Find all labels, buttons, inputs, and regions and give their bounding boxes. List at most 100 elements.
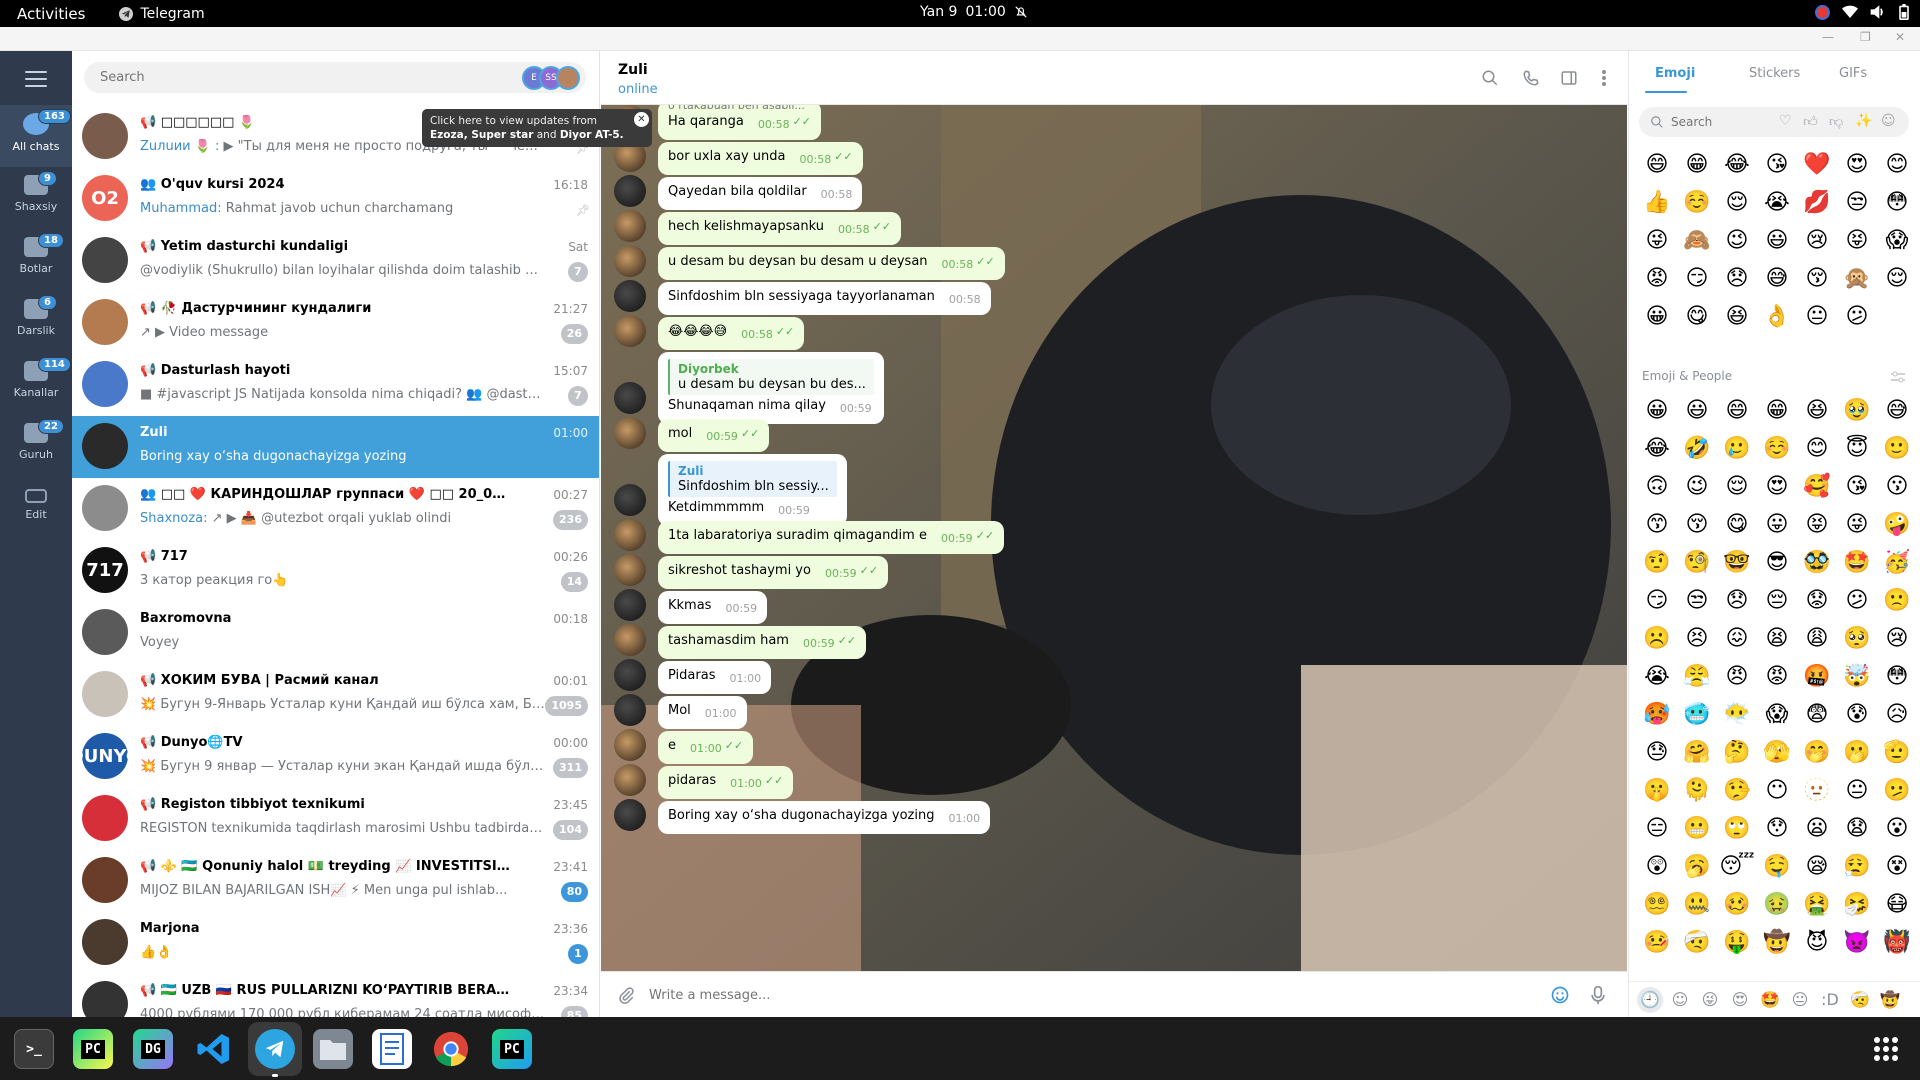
emoji-cell[interactable]: 😍	[1757, 467, 1797, 505]
emoji-category-tab[interactable]: 😐	[1787, 987, 1813, 1013]
thumbs-up-category-icon[interactable]: 👍︎	[1803, 113, 1818, 130]
emoji-cell[interactable]: 😶	[1757, 771, 1797, 809]
outgoing-message[interactable]: 😂😂😂😅 00:58 ✓✓	[658, 317, 805, 350]
tab-gifs[interactable]: GIFs	[1839, 66, 1867, 81]
emoji-cell[interactable]: 🥶	[1677, 695, 1717, 733]
incoming-message[interactable]: Mol 01:00	[658, 696, 747, 729]
emoji-cell[interactable]: 😬	[1677, 809, 1717, 847]
sender-avatar[interactable]	[614, 280, 646, 312]
emoji-cell[interactable]: 🫢	[1837, 733, 1877, 771]
terminal-icon[interactable]: >_	[14, 1029, 54, 1069]
emoji-cell[interactable]: 🙄	[1717, 809, 1757, 847]
battery-icon[interactable]	[1898, 4, 1910, 20]
emoji-cell[interactable]: 🤧	[1837, 885, 1877, 923]
emoji-cell[interactable]: 😈	[1797, 923, 1837, 961]
search-input[interactable]	[84, 62, 514, 93]
emoji-cell[interactable]: 😕	[1837, 581, 1877, 619]
thumbs-down-category-icon[interactable]: 👎︎	[1829, 113, 1843, 130]
outgoing-message[interactable]: e 01:00 ✓✓	[658, 731, 754, 764]
chat-row[interactable]: 👥 □□ ❤️ КАРИНДОШЛАР группаси ❤️ □□ 20_06…	[72, 478, 599, 540]
emoji-category-tab[interactable]: 🕘	[1637, 986, 1663, 1013]
emoji-cell[interactable]: 🥹	[1837, 391, 1877, 429]
message-list[interactable]: o‘rtakabuan ben asabii... Ha qaranga 00:58…	[601, 105, 1627, 971]
chat-row[interactable]: 📢 🇺🇿 UZB 🇷🇺 RUS PULLARIZNI KO‘PAYTIRIB B…	[72, 974, 599, 1017]
emoji-cell[interactable]: 😳	[1877, 183, 1917, 221]
emoji-cell[interactable]: 😀	[1637, 391, 1677, 429]
emoji-cell[interactable]: 🤗	[1677, 733, 1717, 771]
folder-kanallar[interactable]: 114 Kanallar	[0, 353, 72, 415]
vscode-icon[interactable]	[194, 1029, 234, 1069]
chat-row[interactable]: 📢 ХОКИМ БУВА | Расмий канал 00:01 💥 Бугун …	[72, 664, 599, 726]
emoji-cell[interactable]: 🤨	[1637, 543, 1677, 581]
emoji-cell[interactable]: 😱	[1877, 221, 1917, 259]
chat-row[interactable]: 📢 🥀 Дастурчининг кундалиги 21:27 ↗ ▶ Video…	[72, 292, 599, 354]
activities-button[interactable]: Activities	[17, 5, 85, 23]
emoji-cell[interactable]: 🙁	[1877, 581, 1917, 619]
emoji-cell[interactable]: 😑	[1637, 809, 1677, 847]
emoji-cell[interactable]: 🫤	[1877, 771, 1917, 809]
emoji-cell[interactable]: 😂	[1637, 429, 1677, 467]
sender-avatar[interactable]	[614, 729, 646, 761]
emoji-category-tab[interactable]: 😍	[1727, 987, 1753, 1013]
emoji-cell[interactable]: 🥰	[1797, 467, 1837, 505]
emoji-cell[interactable]: 😷	[1877, 885, 1917, 923]
emoji-cell[interactable]: 👌	[1757, 297, 1797, 335]
emoji-category-tab[interactable]: 🤠	[1877, 987, 1903, 1013]
folder-all-chats[interactable]: 163 All chats	[0, 105, 72, 167]
emoji-cell[interactable]: 😋	[1677, 297, 1717, 335]
emoji-cell[interactable]: 🤔	[1717, 733, 1757, 771]
sender-avatar[interactable]	[614, 382, 646, 414]
emoji-cell[interactable]: 👿	[1837, 923, 1877, 961]
emoji-cell[interactable]: 😏	[1677, 259, 1717, 297]
sender-avatar[interactable]	[614, 417, 646, 449]
emoji-cell[interactable]: 😭	[1637, 657, 1677, 695]
emoji-cell[interactable]: 😞	[1717, 259, 1757, 297]
story-avatar[interactable]	[556, 66, 580, 90]
emoji-cell[interactable]: 🙂	[1877, 429, 1917, 467]
emoji-cell[interactable]: 😖	[1717, 619, 1757, 657]
incoming-message[interactable]: Kkmas 00:59	[658, 591, 768, 624]
emoji-cell[interactable]: 😰	[1837, 695, 1877, 733]
tab-emoji[interactable]: Emoji	[1655, 66, 1695, 81]
emoji-cell[interactable]: 🙊	[1837, 259, 1877, 297]
emoji-cell[interactable]: 😡	[1637, 259, 1677, 297]
emoji-cell[interactable]: 😱	[1757, 695, 1797, 733]
emoji-cell[interactable]: 👹	[1877, 923, 1917, 961]
emoji-cell[interactable]: 😲	[1637, 847, 1677, 885]
chat-row[interactable]: 📢 Yetim dasturchi kundaligi Sat @vodiylik …	[72, 230, 599, 292]
outgoing-message[interactable]: hech kelishmayapsanku 00:58 ✓✓	[658, 212, 902, 245]
emoji-cell[interactable]: 😯	[1757, 809, 1797, 847]
message-input[interactable]	[649, 984, 1529, 1006]
emoji-cell[interactable]: 🤢	[1757, 885, 1797, 923]
emoji-category-tab[interactable]: 🤩	[1757, 987, 1783, 1013]
emoji-cell[interactable]: 😓	[1637, 733, 1677, 771]
folder-edit[interactable]: Edit	[0, 477, 72, 539]
folder-botlar[interactable]: 18 Botlar	[0, 229, 72, 291]
emoji-category-tab[interactable]: :D	[1817, 987, 1843, 1013]
emoji-cell[interactable]: 😔	[1757, 581, 1797, 619]
emoji-cell[interactable]: 😡	[1757, 657, 1797, 695]
emoji-cell[interactable]: 😚	[1797, 259, 1837, 297]
emoji-cell[interactable]: 😅	[1877, 391, 1917, 429]
emoji-cell[interactable]: 🫥	[1797, 771, 1837, 809]
stories-avatars[interactable]: E SS	[522, 66, 580, 90]
show-apps-icon[interactable]	[1874, 1037, 1898, 1061]
emoji-cell[interactable]: ☺️	[1677, 183, 1717, 221]
outgoing-message[interactable]: u desam bu deysan bu desam u deysan 00:58…	[658, 247, 1005, 280]
emoji-cell[interactable]: 🤓	[1717, 543, 1757, 581]
emoji-cell[interactable]: 😛	[1757, 505, 1797, 543]
emoji-cell[interactable]: 😠	[1717, 657, 1757, 695]
emoji-cell[interactable]: 😌	[1877, 259, 1917, 297]
outgoing-message[interactable]: mol 00:59 ✓✓	[658, 419, 770, 452]
emoji-cell[interactable]: 🤩	[1837, 543, 1877, 581]
emoji-cell[interactable]: 🤥	[1717, 771, 1757, 809]
emoji-cell[interactable]: 😨	[1797, 695, 1837, 733]
outgoing-message[interactable]: 1ta labaratoriya suradim qimagandim e 00:…	[658, 521, 1005, 554]
emoji-cell[interactable]: 😄	[1637, 145, 1677, 183]
emoji-cell[interactable]: 😘	[1757, 145, 1797, 183]
chat-row[interactable]: DUNYO 📢 Dunyo🌐TV 00:00 💥 Бугун 9 январ — Ус…	[72, 726, 599, 788]
tab-stickers[interactable]: Stickers	[1749, 66, 1800, 81]
chat-row[interactable]: 717 📢 717 00:26 3 катор реакция го👆 14	[72, 540, 599, 602]
folder-darslik[interactable]: 6 Darslik	[0, 291, 72, 353]
chat-row[interactable]: 📢 Registon tibbiyot texnikumi 23:45 REGIST…	[72, 788, 599, 850]
